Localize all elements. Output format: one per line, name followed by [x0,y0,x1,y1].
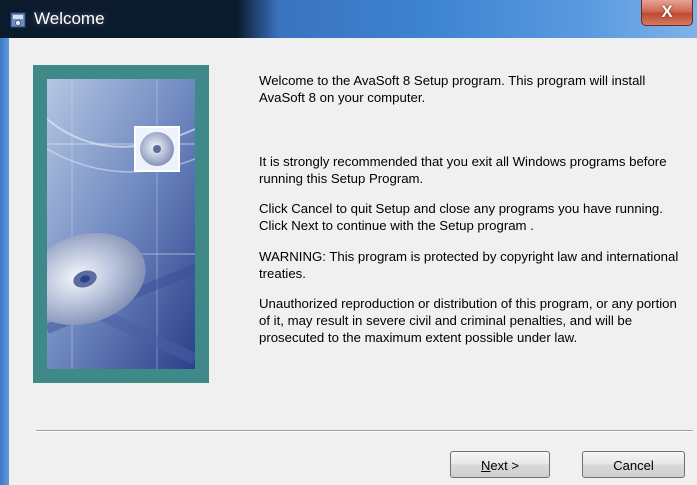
dialog-content: Welcome to the AvaSoft 8 Setup program. … [9,38,697,485]
setup-app-icon [10,12,26,28]
window-title: Welcome [34,9,105,28]
title-bar[interactable]: Welcome X [0,0,697,38]
instructions-text: Click Cancel to quit Setup and close any… [259,201,663,233]
separator-highlight [36,431,693,432]
cancel-button[interactable]: Cancel [582,451,685,478]
close-icon: X [661,2,673,21]
setup-banner [33,65,209,383]
next-button[interactable]: Next > [450,451,550,478]
warning-text: WARNING: This program is protected by co… [259,249,679,281]
cd-disc-artwork [47,79,195,369]
window-frame-left [0,38,9,485]
welcome-text: Welcome to the AvaSoft 8 Setup program. … [259,73,646,105]
next-mnemonic: N [481,458,491,473]
setup-window: Welcome X Welcome to the AvaSoft 8 Setup… [0,0,697,485]
close-button[interactable]: X [641,0,693,26]
recommendation-text: It is strongly recommended that you exit… [259,154,667,186]
next-label: ext > [490,458,519,473]
legal-text: Unauthorized reproduction or distributio… [259,296,677,345]
